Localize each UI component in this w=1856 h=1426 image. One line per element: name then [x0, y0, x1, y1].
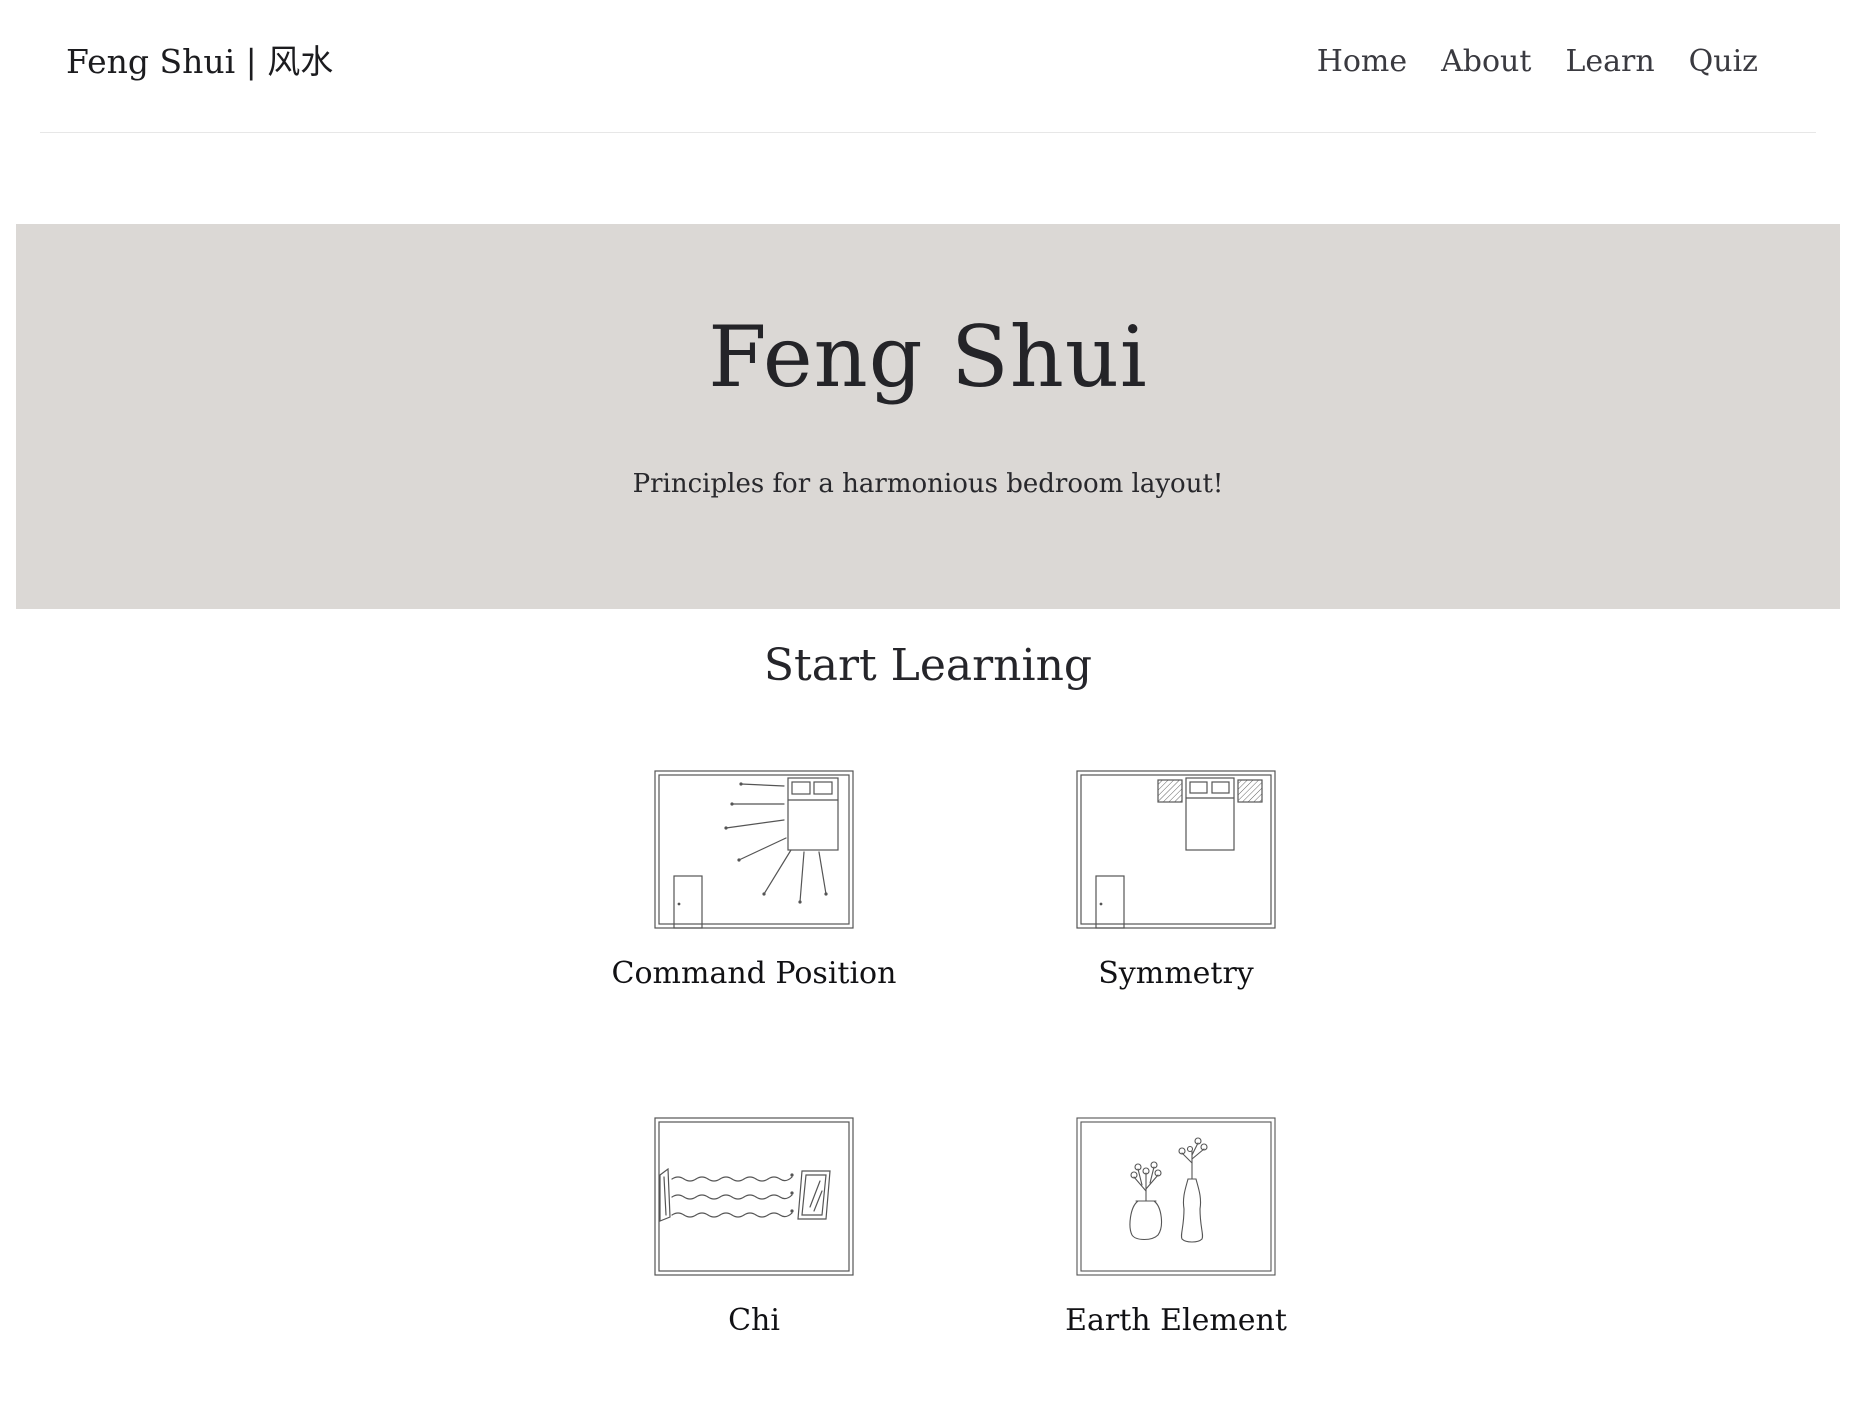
start-learning-title: Start Learning [763, 640, 1093, 691]
chi-sketch-icon [654, 1117, 854, 1277]
card-command-position[interactable]: Command Position [582, 770, 896, 1030]
card-earth-element[interactable]: Earth Element [1004, 1117, 1304, 1377]
nav-link-quiz[interactable]: Quiz [1689, 38, 1758, 86]
brand-link[interactable]: Feng Shui | 风水 [66, 38, 333, 86]
card-label-earth-element: Earth Element [1065, 1303, 1287, 1338]
hero-title: Feng Shui [708, 308, 1148, 406]
symmetry-sketch-icon [1076, 770, 1276, 930]
hero-banner: Feng Shui Principles for a harmonious be… [16, 224, 1840, 609]
card-label-command-position: Command Position [611, 956, 897, 991]
navbar: Feng Shui | 风水 Home About Learn Quiz [40, 0, 1816, 133]
command-position-sketch-icon [654, 770, 854, 930]
hero-subtitle: Principles for a harmonious bedroom layo… [632, 469, 1224, 499]
nav-link-about[interactable]: About [1441, 38, 1531, 86]
card-chi[interactable]: Chi [582, 1117, 882, 1377]
card-label-symmetry: Symmetry [1098, 956, 1254, 991]
nav-link-home[interactable]: Home [1317, 38, 1407, 86]
nav-link-learn[interactable]: Learn [1565, 38, 1654, 86]
earth-element-sketch-icon [1076, 1117, 1276, 1277]
card-symmetry[interactable]: Symmetry [1004, 770, 1304, 1030]
card-label-chi: Chi [728, 1303, 780, 1338]
nav-links: Home About Learn Quiz [1317, 38, 1758, 86]
